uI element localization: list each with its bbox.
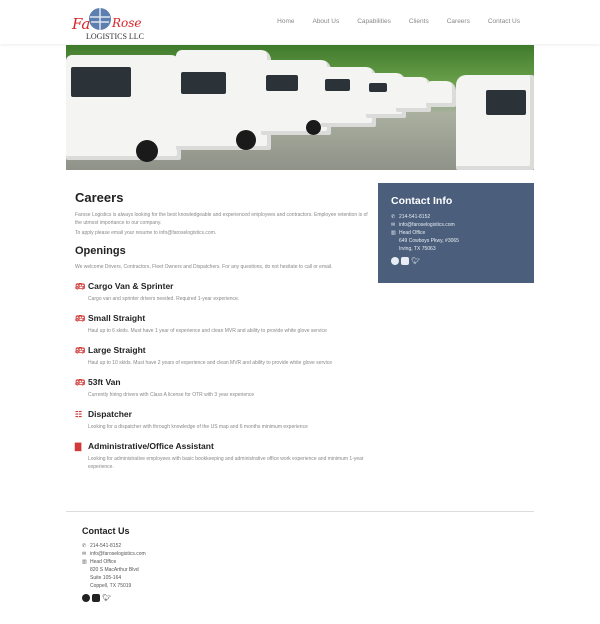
job-title: 53ft Van <box>88 377 121 387</box>
facebook-icon[interactable] <box>82 594 90 602</box>
address-line: Irving, TX 75063 <box>399 246 436 252</box>
nav-home[interactable]: Home <box>277 18 294 25</box>
phone-icon: ✆ <box>391 214 396 220</box>
job-desc: Cargo van and sprinter drivers needed. R… <box>88 296 240 302</box>
address-line: Suite 105-164 <box>90 575 122 581</box>
openings-intro: We welcome Drivers, Contractors, Fleet O… <box>75 264 333 270</box>
nav-about-us[interactable]: About Us <box>312 18 339 25</box>
building-icon: ▥ <box>82 559 87 565</box>
main-nav: Home About Us Capabilities Clients Caree… <box>259 18 520 25</box>
job-desc: Looking for a dispatcher with through kn… <box>88 424 308 430</box>
contact-info-title: Contact Info <box>391 195 453 207</box>
twitter-icon[interactable]: 🐦︎ <box>411 257 420 265</box>
building-icon: ▥ <box>391 230 396 236</box>
job-large-straight: 🚌︎ Large Straight Haul up to 10 skids. Mus… <box>75 345 370 367</box>
social-links: 🐦︎ <box>82 594 282 602</box>
footer-title: Contact Us <box>82 526 130 536</box>
job-desc: Currently hiring drivers with Class A li… <box>88 392 255 398</box>
phone-link[interactable]: 214-541-8152 <box>399 213 430 221</box>
svg-text:Rose: Rose <box>111 16 142 30</box>
facebook-icon[interactable] <box>391 257 399 265</box>
hero-image-vans <box>66 45 534 170</box>
job-admin-assistant: ▇ Administrative/Office Assistant Looking … <box>75 441 370 471</box>
phone-icon: ✆ <box>82 543 87 549</box>
bus-icon: 🚌︎ <box>75 281 86 291</box>
address-line: 649 Cowboys Pkwy, #3065 <box>399 238 459 244</box>
social-links: 🐦︎ <box>391 257 521 265</box>
address-line: Coppell, TX 75019 <box>90 583 132 589</box>
job-desc: Haul up to 6 skids. Must have 1 year of … <box>88 328 327 334</box>
office-label: Head Office <box>90 559 117 565</box>
apply-text: To apply please email your resume to inf… <box>75 230 217 236</box>
job-title: Administrative/Office Assistant <box>88 441 214 451</box>
phone-link[interactable]: 214-541-8152 <box>90 542 121 550</box>
job-title: Large Straight <box>88 345 146 355</box>
company-logo[interactable]: Fa Rose LOGISTICS LLC <box>70 5 160 41</box>
job-dispatcher: ☷ Dispatcher Looking for a dispatcher with… <box>75 409 370 431</box>
careers-section: Careers Farose Logistics is always looki… <box>75 190 370 471</box>
footer-divider <box>66 511 534 512</box>
job-cargo-van: 🚌︎ Cargo Van & Sprinter Cargo van and spri… <box>75 281 370 303</box>
svg-text:Fa: Fa <box>71 15 90 33</box>
bus-icon: 🚌︎ <box>75 377 86 387</box>
email-link[interactable]: info@faroselogistics.com <box>399 221 455 229</box>
nav-careers[interactable]: Careers <box>447 18 470 25</box>
job-desc: Looking for administrative employees wit… <box>88 456 364 470</box>
instagram-icon[interactable] <box>92 594 100 602</box>
job-desc: Haul up to 10 skids. Must have 2 years o… <box>88 360 333 366</box>
job-title: Dispatcher <box>88 409 132 419</box>
openings-title: Openings <box>75 245 126 257</box>
twitter-icon[interactable]: 🐦︎ <box>102 594 111 602</box>
email-link[interactable]: info@faroselogistics.com <box>90 550 146 558</box>
job-53ft-van: 🚌︎ 53ft Van Currently hiring drivers with … <box>75 377 370 399</box>
signpost-icon: ☷ <box>75 409 83 419</box>
address-line: 820 S MacArthur Blvd <box>90 567 139 573</box>
book-icon: ▇ <box>75 441 82 451</box>
nav-capabilities[interactable]: Capabilities <box>357 18 391 25</box>
bus-icon: 🚌︎ <box>75 345 86 355</box>
footer-contact: Contact Us ✆ 214-541-8152 ✉ info@faroselog… <box>82 526 282 602</box>
instagram-icon[interactable] <box>401 257 409 265</box>
envelope-icon: ✉ <box>391 222 396 228</box>
careers-intro: Farose Logistics is always looking for t… <box>75 212 368 226</box>
svg-text:LOGISTICS LLC: LOGISTICS LLC <box>86 32 144 41</box>
nav-contact-us[interactable]: Contact Us <box>488 18 520 25</box>
bus-icon: 🚌︎ <box>75 313 86 323</box>
careers-title: Careers <box>75 190 124 205</box>
job-small-straight: 🚌︎ Small Straight Haul up to 6 skids. Must… <box>75 313 370 335</box>
nav-clients[interactable]: Clients <box>409 18 429 25</box>
site-header: Fa Rose LOGISTICS LLC Home About Us Capa… <box>0 0 600 44</box>
office-label: Head Office <box>399 230 426 236</box>
job-title: Cargo Van & Sprinter <box>88 281 174 291</box>
job-title: Small Straight <box>88 313 146 323</box>
envelope-icon: ✉ <box>82 551 87 557</box>
contact-info-panel: Contact Info ✆ 214-541-8152 ✉ info@farosel… <box>378 183 534 283</box>
